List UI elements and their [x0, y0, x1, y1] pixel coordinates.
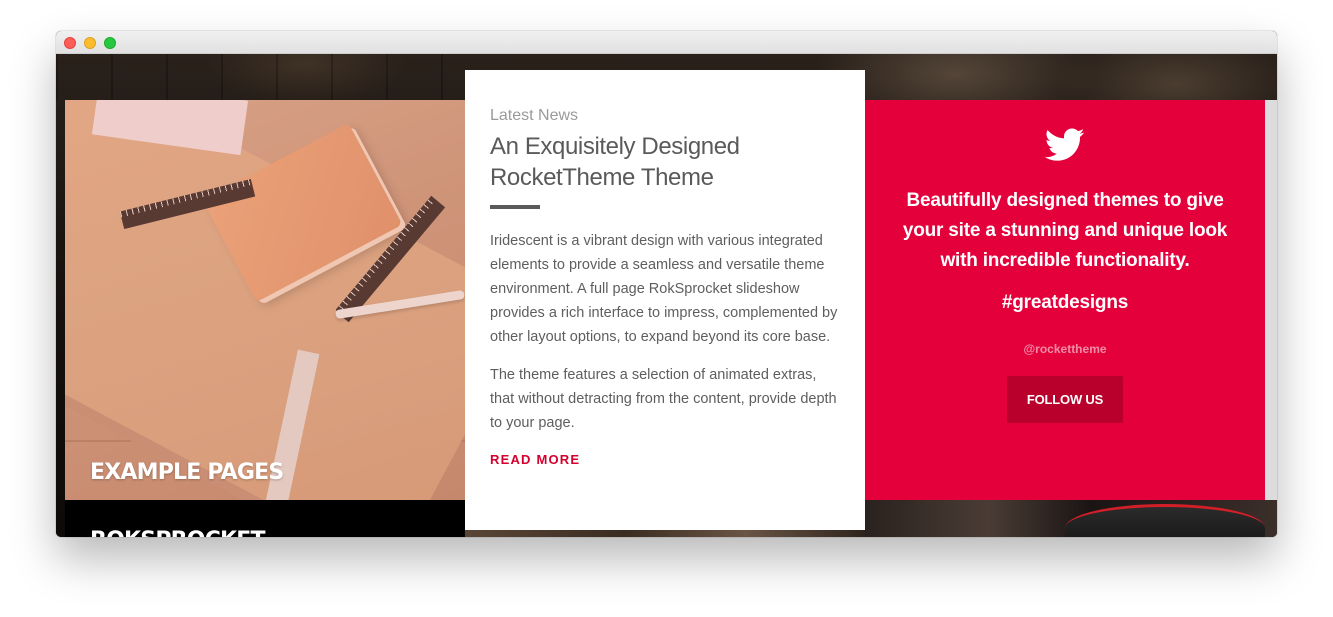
latest-news-card: Latest News An Exquisitely Designed Rock…	[465, 70, 865, 530]
hashtag-text: #greatdesigns	[1001, 292, 1129, 313]
twitter-handle: @rockettheme	[1023, 342, 1107, 356]
news-paragraph: The theme features a selection of animat…	[490, 367, 837, 431]
news-paragraph: Iridescent is a vibrant design with vari…	[490, 233, 838, 345]
hero-background-texture	[56, 54, 466, 100]
minimize-window-button[interactable]	[84, 37, 96, 49]
news-eyebrow: Latest News	[490, 107, 579, 124]
camera-lens-image	[1065, 504, 1265, 537]
title-divider	[490, 205, 540, 209]
camera-image-strip	[865, 500, 1277, 537]
close-window-button[interactable]	[64, 37, 76, 49]
zoom-window-button[interactable]	[104, 37, 116, 49]
follow-us-button[interactable]: FOLLOW US	[1007, 376, 1123, 423]
twitter-icon	[1045, 128, 1085, 161]
background-strip	[465, 530, 865, 537]
read-more-link[interactable]: READ MORE	[490, 452, 580, 467]
image-tint-overlay	[65, 100, 465, 500]
roksprocket-card[interactable]: ROKSPROCKET	[65, 500, 465, 537]
example-pages-card[interactable]: EXAMPLE PAGES	[65, 100, 465, 500]
news-title: An Exquisitely Designed RocketTheme Them…	[490, 133, 740, 191]
card-edge-divider	[1265, 100, 1277, 500]
card-title: ROKSPROCKET	[90, 528, 266, 537]
browser-window: EXAMPLE PAGES ROKSPROCKET Latest News An…	[56, 31, 1277, 537]
page-viewport: EXAMPLE PAGES ROKSPROCKET Latest News An…	[56, 54, 1277, 537]
twitter-card: Beautifully designed themes to give your…	[865, 100, 1265, 500]
card-title: EXAMPLE PAGES	[90, 460, 284, 485]
twitter-tagline: Beautifully designed themes to give your…	[902, 190, 1228, 271]
window-titlebar	[56, 31, 1277, 54]
